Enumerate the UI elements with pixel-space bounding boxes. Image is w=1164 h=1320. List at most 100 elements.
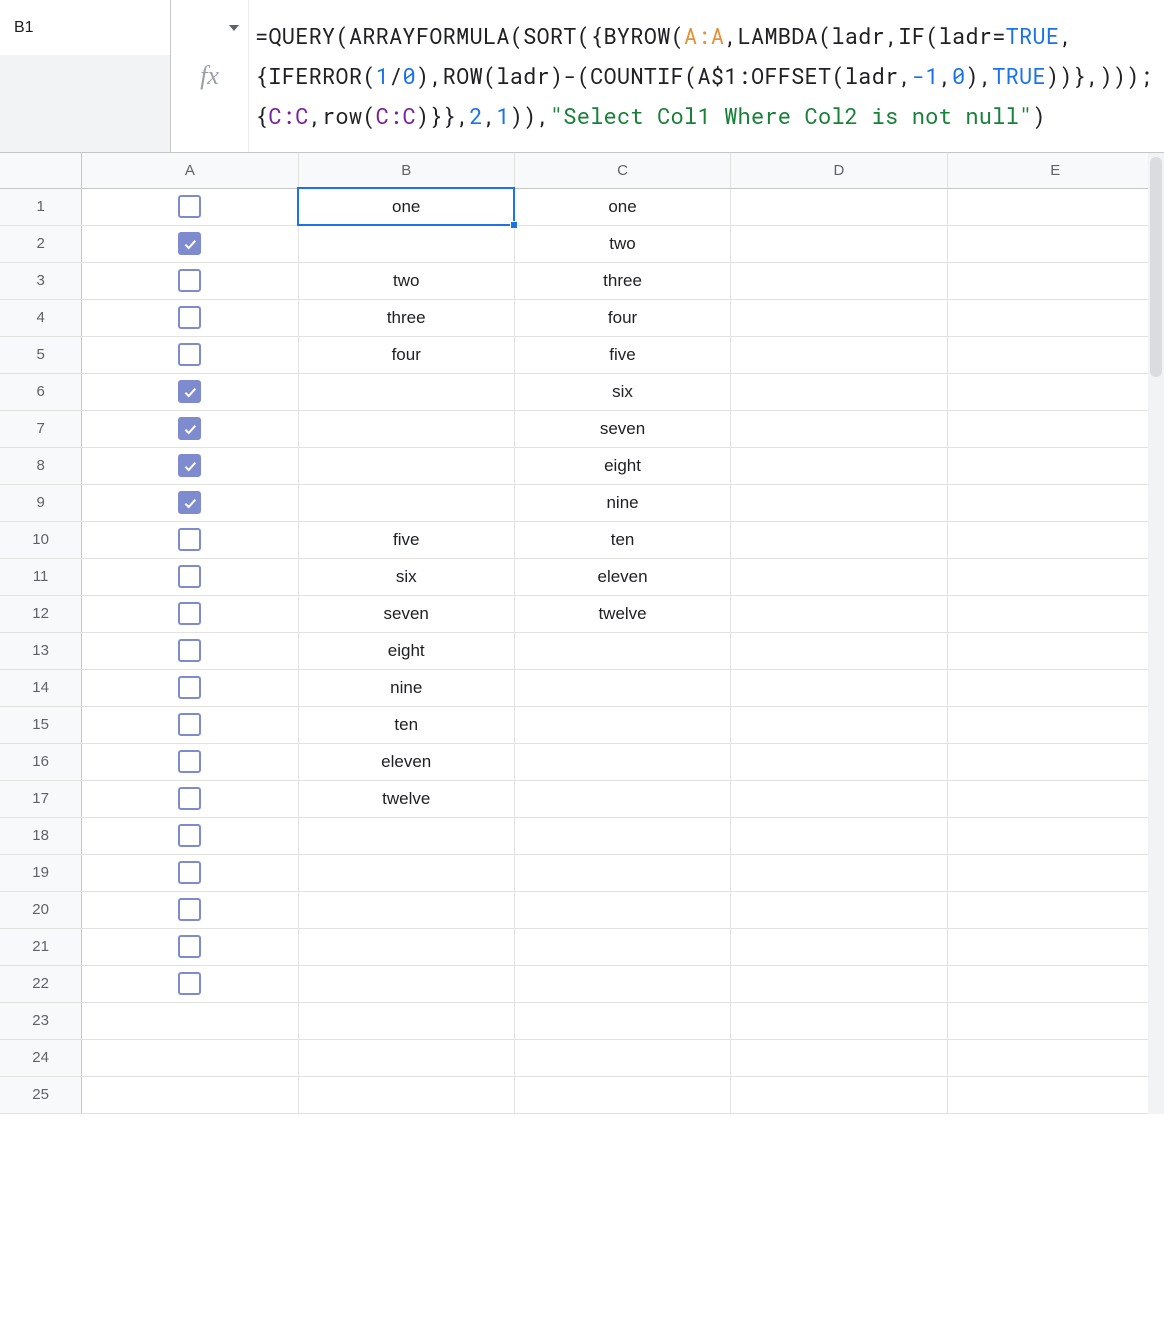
- cell-B8[interactable]: [298, 447, 514, 484]
- cell-A23[interactable]: [82, 1002, 298, 1039]
- cell-B20[interactable]: [298, 891, 514, 928]
- row-header[interactable]: 3: [0, 262, 82, 299]
- cell-D4[interactable]: [731, 299, 947, 336]
- cell-A9[interactable]: [82, 484, 298, 521]
- cell-E21[interactable]: [947, 928, 1163, 965]
- checkbox[interactable]: [178, 417, 201, 440]
- cell-E8[interactable]: [947, 447, 1163, 484]
- checkbox[interactable]: [178, 343, 201, 366]
- cell-D15[interactable]: [731, 706, 947, 743]
- cell-C21[interactable]: [514, 928, 730, 965]
- cell-C7[interactable]: seven: [514, 410, 730, 447]
- row-header[interactable]: 1: [0, 188, 82, 225]
- cell-E7[interactable]: [947, 410, 1163, 447]
- cell-E18[interactable]: [947, 817, 1163, 854]
- row-header[interactable]: 10: [0, 521, 82, 558]
- checkbox[interactable]: [178, 269, 201, 292]
- cell-D22[interactable]: [731, 965, 947, 1002]
- cell-C14[interactable]: [514, 669, 730, 706]
- cell-C23[interactable]: [514, 1002, 730, 1039]
- cell-C20[interactable]: [514, 891, 730, 928]
- cell-A19[interactable]: [82, 854, 298, 891]
- cell-C2[interactable]: two: [514, 225, 730, 262]
- cell-A6[interactable]: [82, 373, 298, 410]
- cell-B12[interactable]: seven: [298, 595, 514, 632]
- row-header[interactable]: 21: [0, 928, 82, 965]
- cell-D5[interactable]: [731, 336, 947, 373]
- cell-C6[interactable]: six: [514, 373, 730, 410]
- scrollbar-thumb[interactable]: [1150, 157, 1162, 377]
- cell-E2[interactable]: [947, 225, 1163, 262]
- vertical-scrollbar[interactable]: [1148, 153, 1164, 1114]
- cell-C11[interactable]: eleven: [514, 558, 730, 595]
- cell-B10[interactable]: five: [298, 521, 514, 558]
- cell-E12[interactable]: [947, 595, 1163, 632]
- cell-A7[interactable]: [82, 410, 298, 447]
- cell-B18[interactable]: [298, 817, 514, 854]
- cell-A13[interactable]: [82, 632, 298, 669]
- cell-A20[interactable]: [82, 891, 298, 928]
- cell-E9[interactable]: [947, 484, 1163, 521]
- cell-D1[interactable]: [731, 188, 947, 225]
- row-header[interactable]: 24: [0, 1039, 82, 1076]
- column-header-B[interactable]: B: [298, 153, 514, 188]
- formula-input[interactable]: =QUERY(ARRAYFORMULA(SORT({BYROW(A:A,LAMB…: [249, 0, 1164, 152]
- cell-B11[interactable]: six: [298, 558, 514, 595]
- cell-D2[interactable]: [731, 225, 947, 262]
- cell-C24[interactable]: [514, 1039, 730, 1076]
- row-header[interactable]: 11: [0, 558, 82, 595]
- cell-A21[interactable]: [82, 928, 298, 965]
- cell-E23[interactable]: [947, 1002, 1163, 1039]
- cell-D6[interactable]: [731, 373, 947, 410]
- cell-A10[interactable]: [82, 521, 298, 558]
- cell-B6[interactable]: [298, 373, 514, 410]
- checkbox[interactable]: [178, 750, 201, 773]
- cell-A2[interactable]: [82, 225, 298, 262]
- cell-E24[interactable]: [947, 1039, 1163, 1076]
- cell-A15[interactable]: [82, 706, 298, 743]
- cell-C12[interactable]: twelve: [514, 595, 730, 632]
- column-header-C[interactable]: C: [514, 153, 730, 188]
- row-header[interactable]: 4: [0, 299, 82, 336]
- checkbox[interactable]: [178, 528, 201, 551]
- select-all-corner[interactable]: [0, 153, 82, 188]
- row-header[interactable]: 17: [0, 780, 82, 817]
- cell-E14[interactable]: [947, 669, 1163, 706]
- cell-E19[interactable]: [947, 854, 1163, 891]
- checkbox[interactable]: [178, 306, 201, 329]
- cell-A12[interactable]: [82, 595, 298, 632]
- cell-A17[interactable]: [82, 780, 298, 817]
- cell-C25[interactable]: [514, 1076, 730, 1113]
- cell-D17[interactable]: [731, 780, 947, 817]
- cell-A18[interactable]: [82, 817, 298, 854]
- cell-A4[interactable]: [82, 299, 298, 336]
- cell-C15[interactable]: [514, 706, 730, 743]
- cell-C18[interactable]: [514, 817, 730, 854]
- row-header[interactable]: 15: [0, 706, 82, 743]
- selection-handle[interactable]: [510, 221, 518, 229]
- checkbox[interactable]: [178, 602, 201, 625]
- name-box[interactable]: [0, 0, 171, 55]
- checkbox[interactable]: [178, 565, 201, 588]
- cell-D3[interactable]: [731, 262, 947, 299]
- checkbox[interactable]: [178, 454, 201, 477]
- cell-B25[interactable]: [298, 1076, 514, 1113]
- cell-D19[interactable]: [731, 854, 947, 891]
- cell-D11[interactable]: [731, 558, 947, 595]
- cell-B7[interactable]: [298, 410, 514, 447]
- cell-D16[interactable]: [731, 743, 947, 780]
- row-header[interactable]: 16: [0, 743, 82, 780]
- cell-D25[interactable]: [731, 1076, 947, 1113]
- cell-E11[interactable]: [947, 558, 1163, 595]
- row-header[interactable]: 5: [0, 336, 82, 373]
- cell-B22[interactable]: [298, 965, 514, 1002]
- column-header-A[interactable]: A: [82, 153, 298, 188]
- cell-C17[interactable]: [514, 780, 730, 817]
- row-header[interactable]: 13: [0, 632, 82, 669]
- row-header[interactable]: 14: [0, 669, 82, 706]
- cell-D13[interactable]: [731, 632, 947, 669]
- cell-E20[interactable]: [947, 891, 1163, 928]
- cell-B21[interactable]: [298, 928, 514, 965]
- row-header[interactable]: 12: [0, 595, 82, 632]
- cell-A8[interactable]: [82, 447, 298, 484]
